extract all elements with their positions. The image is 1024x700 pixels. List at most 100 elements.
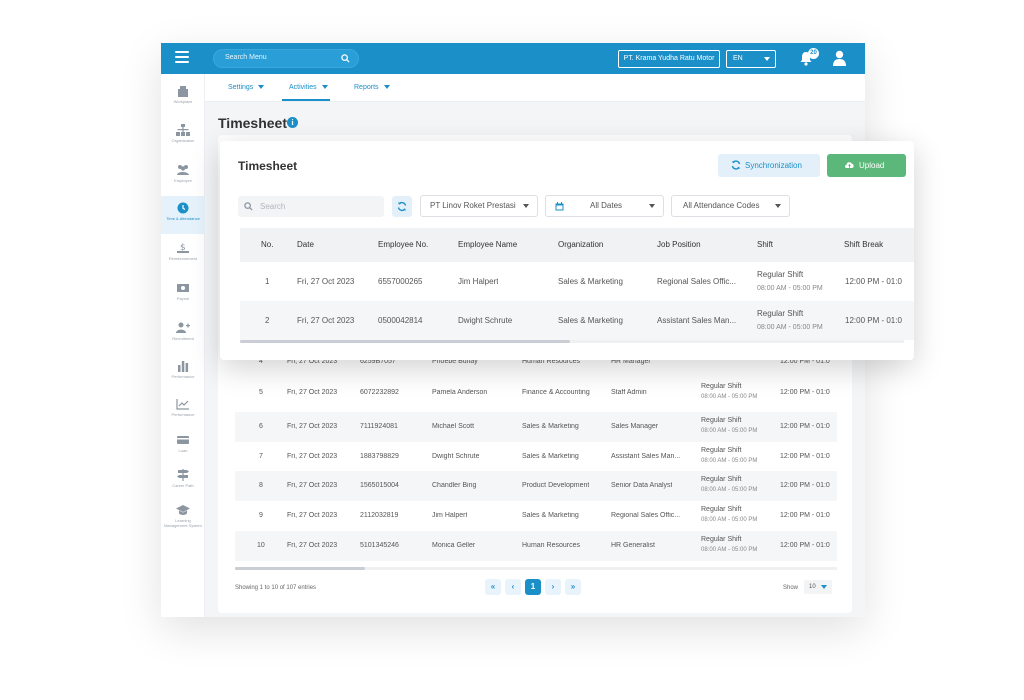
cell-job-position: Regional Sales Offic... bbox=[657, 277, 737, 286]
cell-no: 6 bbox=[259, 423, 263, 430]
tab-reports[interactable]: Reports bbox=[354, 84, 390, 91]
sidebar-item-workplace[interactable]: Workplace bbox=[161, 79, 205, 117]
horizontal-scrollbar[interactable] bbox=[240, 340, 904, 343]
sub-navigation: Settings Activities Reports bbox=[205, 74, 865, 102]
sidebar-item-loan[interactable]: Loan bbox=[161, 428, 205, 466]
cell-job-position: Senior Data Analyst bbox=[611, 482, 673, 489]
sidebar-item-organization[interactable]: Organization bbox=[161, 118, 205, 156]
cell-employee-no: 5101345246 bbox=[360, 542, 399, 549]
sidebar-item-employee[interactable]: Employee bbox=[161, 158, 205, 196]
shift-hours: 08:00 AM - 05:00 PM bbox=[757, 285, 823, 292]
cell-organization: Sales & Marketing bbox=[558, 316, 623, 325]
table-row[interactable]: 1 Fri, 27 Oct 2023 6557000265 Jim Halper… bbox=[240, 262, 914, 301]
cell-employee-name: Monica Geller bbox=[432, 542, 476, 549]
shift-name: Regular Shift bbox=[701, 536, 742, 543]
page-1-button[interactable]: 1 bbox=[525, 579, 541, 595]
shift-hours: 08:00 AM - 05:00 PM bbox=[757, 324, 823, 331]
search-menu-placeholder: Search Menu bbox=[225, 54, 267, 61]
table-row[interactable]: 8 Fri, 27 Oct 2023 1565015004 Chandler B… bbox=[235, 471, 837, 501]
card-title: Timesheet bbox=[238, 159, 298, 173]
table-row[interactable]: 7 Fri, 27 Oct 2023 1883798829 Dwight Sch… bbox=[235, 442, 837, 472]
horizontal-scrollbar[interactable] bbox=[235, 567, 837, 570]
sidebar-item-recruitment[interactable]: Recruitment bbox=[161, 316, 205, 354]
last-page-button[interactable]: » bbox=[565, 579, 581, 595]
cell-employee-name: Chandler Bing bbox=[432, 482, 477, 489]
cell-employee-no: 6557000265 bbox=[378, 277, 423, 286]
search-icon[interactable] bbox=[341, 54, 350, 63]
scrollbar-thumb[interactable] bbox=[235, 567, 365, 570]
table-row[interactable]: 10 Fri, 27 Oct 2023 5101345246 Monica Ge… bbox=[235, 531, 837, 561]
cell-shift: Regular Shift 08:00 AM - 05:00 PM bbox=[757, 309, 823, 331]
cell-shift-break: 12:00 PM - 01:0 bbox=[780, 542, 830, 549]
search-menu-input[interactable]: Search Menu bbox=[213, 49, 359, 68]
sidebar-item-time-attendance[interactable]: Time & Attendance bbox=[161, 196, 205, 234]
sidebar-item-lms[interactable]: Learning Management System bbox=[161, 498, 205, 546]
sidebar-item-performance[interactable]: Performance bbox=[161, 354, 205, 392]
chevron-down-icon bbox=[764, 57, 770, 61]
date-filter-select[interactable]: All Dates bbox=[545, 195, 664, 217]
table-row[interactable]: 6 Fri, 27 Oct 2023 7111924081 Michael Sc… bbox=[235, 412, 837, 442]
sidebar-item-reimbursement[interactable]: $ Reimbursement bbox=[161, 236, 205, 274]
sidebar-item-performance-trend[interactable]: Performance bbox=[161, 392, 205, 430]
language-select[interactable]: EN bbox=[726, 50, 776, 68]
table-row[interactable]: 2 Fri, 27 Oct 2023 0500042814 Dwight Sch… bbox=[240, 301, 914, 340]
company-selector[interactable]: PT. Krama Yudha Ratu Motor bbox=[618, 50, 720, 68]
info-icon[interactable]: i bbox=[287, 117, 298, 128]
active-tab-indicator bbox=[282, 99, 330, 101]
sidebar-item-career-path[interactable]: Career Path bbox=[161, 463, 205, 501]
shift-hours: 08:00 AM - 05:00 PM bbox=[701, 394, 758, 400]
scrollbar-thumb[interactable] bbox=[240, 340, 570, 343]
sidebar-item-label: Employee bbox=[174, 178, 192, 183]
column-header-job-position: Job Position bbox=[657, 240, 701, 249]
refresh-button[interactable] bbox=[392, 196, 412, 217]
cell-no: 5 bbox=[259, 389, 263, 396]
company-filter-select[interactable]: PT Linov Roket Prestasi bbox=[420, 195, 538, 217]
cell-employee-name: Michael Scott bbox=[432, 423, 475, 430]
cell-no: 1 bbox=[265, 277, 270, 286]
cell-date: Fri, 27 Oct 2023 bbox=[287, 423, 338, 430]
tab-activities[interactable]: Activities bbox=[289, 84, 328, 91]
cell-employee-no: 0500042814 bbox=[378, 316, 423, 325]
search-input[interactable]: Search bbox=[238, 196, 384, 217]
tab-settings[interactable]: Settings bbox=[228, 84, 265, 91]
prev-page-button[interactable]: ‹ bbox=[505, 579, 521, 595]
synchronization-button[interactable]: Synchronization bbox=[718, 154, 820, 177]
first-page-button[interactable]: « bbox=[485, 579, 501, 595]
attendance-code-filter-value: All Attendance Codes bbox=[683, 201, 760, 210]
cell-employee-name: Dwight Schrute bbox=[458, 316, 513, 325]
upload-button[interactable]: Upload bbox=[827, 154, 906, 177]
page-size-select[interactable]: 10 bbox=[804, 580, 832, 594]
tab-label: Settings bbox=[228, 84, 254, 91]
synchronization-label: Synchronization bbox=[745, 161, 802, 170]
cell-employee-no: 6072232892 bbox=[360, 389, 399, 396]
show-label: Show bbox=[783, 585, 799, 591]
language-value: EN bbox=[733, 55, 743, 62]
graduation-cap-icon bbox=[176, 505, 190, 515]
cell-employee-no: 1565015004 bbox=[360, 482, 399, 489]
next-page-button[interactable]: › bbox=[545, 579, 561, 595]
dollar-hand-icon: $ bbox=[177, 243, 189, 253]
table-row[interactable]: 9 Fri, 27 Oct 2023 2112032819 Jim Halper… bbox=[235, 501, 837, 531]
timesheet-popup-card: Timesheet Synchronization Upload Search … bbox=[220, 141, 914, 360]
cell-shift: Regular Shift 08:00 AM - 05:00 PM bbox=[701, 476, 757, 493]
sidebar-item-label: Career Path bbox=[172, 483, 194, 488]
user-avatar-icon[interactable] bbox=[832, 50, 847, 66]
upload-label: Upload bbox=[859, 161, 885, 170]
add-user-icon bbox=[176, 322, 190, 333]
cell-no: 8 bbox=[259, 482, 263, 489]
attendance-code-filter-select[interactable]: All Attendance Codes bbox=[671, 195, 790, 217]
sidebar: Workplace Organization Employee Time & A… bbox=[161, 74, 205, 617]
cell-shift: Regular Shift 08:00 AM - 05:00 PM bbox=[701, 536, 757, 553]
cell-shift-break: 12:00 PM - 01:0 bbox=[780, 453, 830, 460]
page-size-value: 10 bbox=[809, 584, 816, 590]
search-icon bbox=[244, 202, 253, 211]
cell-job-position: Assistant Sales Man... bbox=[657, 316, 737, 325]
table-row[interactable]: 5 Fri, 27 Oct 2023 6072232892 Pamela And… bbox=[235, 378, 837, 408]
calendar-icon bbox=[555, 202, 564, 211]
cell-no: 2 bbox=[265, 316, 270, 325]
sidebar-item-payroll[interactable]: Payroll bbox=[161, 276, 205, 314]
cell-shift: Regular Shift 08:00 AM - 05:00 PM bbox=[701, 506, 757, 523]
sidebar-item-label: Performance bbox=[171, 412, 195, 417]
cell-organization: Product Development bbox=[522, 482, 590, 489]
hamburger-menu-icon[interactable] bbox=[175, 51, 189, 63]
